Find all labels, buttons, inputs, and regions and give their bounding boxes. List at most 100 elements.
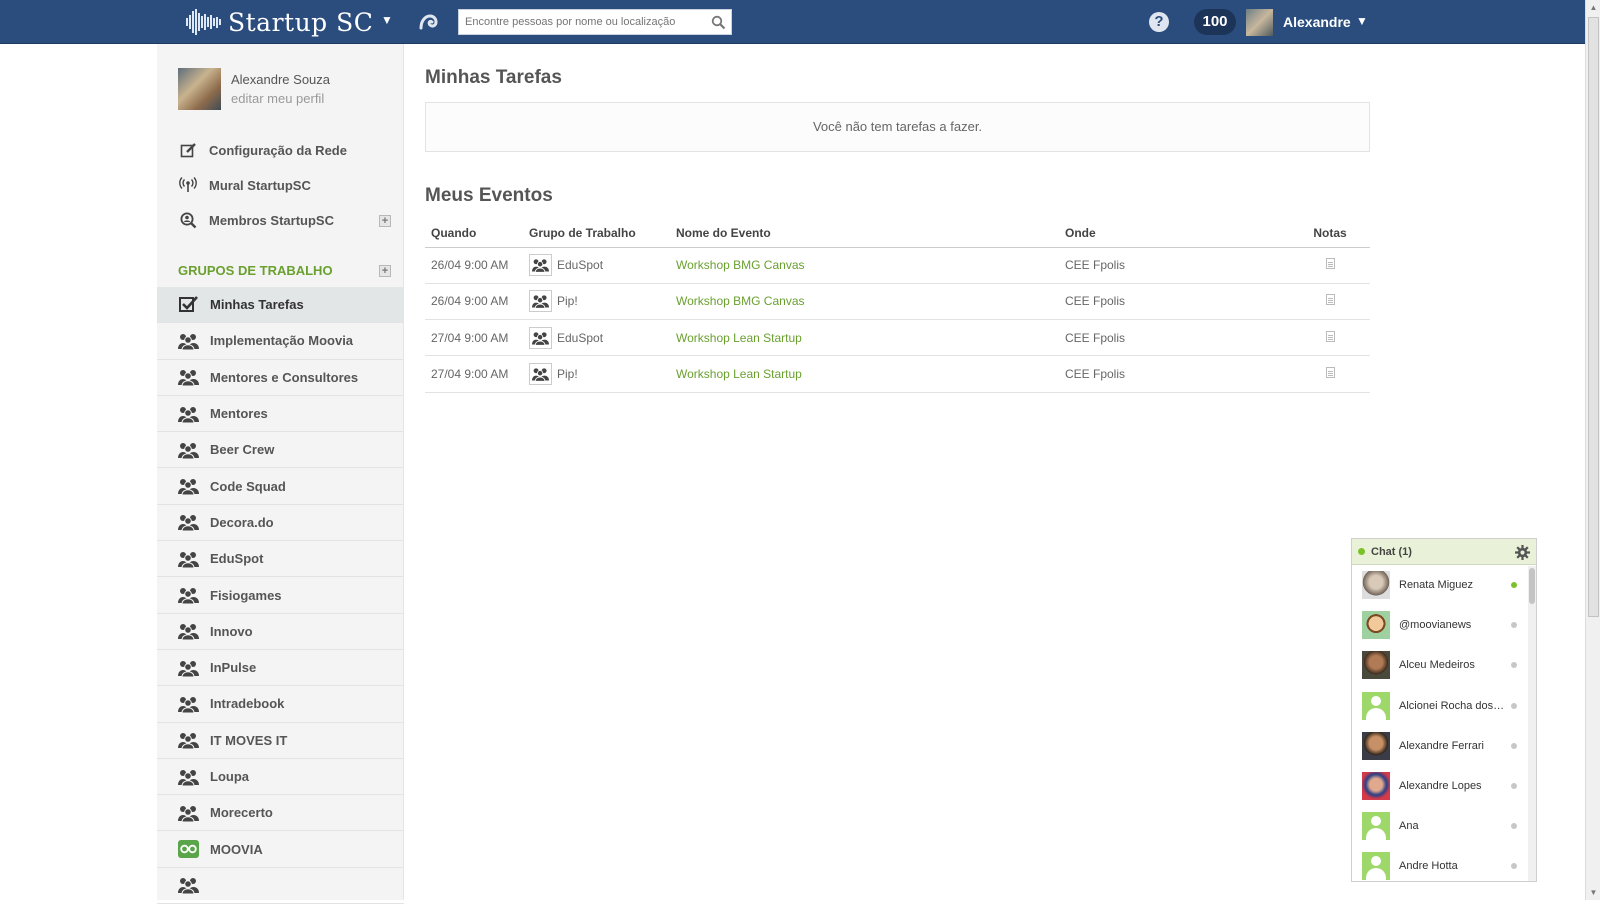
column-header-group[interactable]: Grupo de Trabalho bbox=[523, 220, 670, 248]
event-row: 27/04 9:00 AM Pip! Workshop Lean Startup CE… bbox=[425, 355, 1370, 393]
chat-contact[interactable]: @moovianews bbox=[1352, 605, 1536, 645]
event-notes-cell bbox=[1290, 319, 1370, 357]
chat-contact[interactable]: Alexandre Ferrari bbox=[1352, 726, 1536, 766]
sidebar-link-network-settings[interactable]: Configuração da Rede bbox=[178, 140, 347, 160]
chat-contact[interactable]: Alexandre Lopes bbox=[1352, 766, 1536, 806]
group-icon bbox=[178, 624, 199, 641]
activity-wave-icon[interactable] bbox=[418, 12, 438, 32]
event-group-cell[interactable]: EduSpot bbox=[523, 319, 670, 357]
chat-contact[interactable]: Andre Hotta bbox=[1352, 846, 1536, 881]
sidebar-group-item[interactable]: Loupa bbox=[157, 759, 404, 796]
sidebar-group-item[interactable]: Decora.do bbox=[157, 505, 404, 542]
event-where: CEE Fpolis bbox=[1059, 319, 1290, 357]
profile-name[interactable]: Alexandre Souza bbox=[231, 72, 330, 87]
sidebar-group-item[interactable]: Morecerto bbox=[157, 795, 404, 832]
column-header-event-name[interactable]: Nome do Evento bbox=[670, 220, 1059, 248]
edit-icon bbox=[178, 140, 198, 160]
sidebar-group-label: InPulse bbox=[210, 660, 257, 676]
presence-status-dot bbox=[1511, 742, 1517, 749]
add-member-button[interactable]: + bbox=[379, 215, 391, 227]
search-icon[interactable] bbox=[711, 15, 726, 30]
event-name-link[interactable]: Workshop Lean Startup bbox=[670, 355, 1059, 393]
contact-name: Alceu Medeiros bbox=[1399, 659, 1475, 672]
contact-avatar bbox=[1362, 731, 1390, 760]
network-dropdown-chevron-icon[interactable]: ▼ bbox=[381, 13, 393, 27]
search-input[interactable] bbox=[459, 10, 699, 34]
sidebar-link-mural[interactable]: Mural StartupSC bbox=[178, 175, 311, 195]
sidebar-group-label: Code Squad bbox=[210, 478, 286, 494]
presence-status-dot bbox=[1511, 662, 1517, 669]
group-icon bbox=[178, 370, 199, 387]
scrollbar-thumb[interactable] bbox=[1588, 17, 1599, 617]
chat-contact[interactable]: Renata Miguez bbox=[1352, 565, 1536, 605]
group-icon bbox=[178, 696, 199, 713]
sidebar-group-item[interactable]: Minhas Tarefas bbox=[157, 287, 404, 324]
edit-profile-link[interactable]: editar meu perfil bbox=[231, 91, 324, 106]
help-icon[interactable]: ? bbox=[1149, 12, 1169, 32]
sidebar-group-item[interactable]: InPulse bbox=[157, 650, 404, 687]
sidebar-group-label: Beer Crew bbox=[210, 442, 275, 458]
chat-scrollbar[interactable] bbox=[1528, 566, 1536, 881]
sidebar-group-item[interactable]: Intradebook bbox=[157, 686, 404, 723]
sidebar-group-item[interactable]: Innovo bbox=[157, 614, 404, 650]
chat-header[interactable]: Chat (1) bbox=[1352, 539, 1536, 565]
gear-icon[interactable] bbox=[1515, 545, 1530, 560]
moovia-logo-icon bbox=[178, 840, 199, 859]
members-search-icon bbox=[178, 210, 198, 230]
group-icon bbox=[178, 551, 199, 568]
user-menu-name[interactable]: Alexandre bbox=[1283, 14, 1351, 30]
chat-panel: Chat (1) Renata Miguez @moovianews Alceu M… bbox=[1351, 538, 1537, 882]
column-header-notes[interactable]: Notas bbox=[1290, 220, 1370, 248]
column-header-where[interactable]: Onde bbox=[1059, 220, 1290, 248]
sidebar-group-item[interactable]: IT MOVES IT bbox=[157, 723, 404, 759]
event-name-link[interactable]: Workshop BMG Canvas bbox=[670, 247, 1059, 284]
event-group[interactable]: Pip! bbox=[557, 367, 578, 381]
event-group[interactable]: Pip! bbox=[557, 294, 578, 308]
event-group-cell[interactable]: Pip! bbox=[523, 355, 670, 393]
contact-name: Andre Hotta bbox=[1399, 860, 1458, 873]
notes-document-icon[interactable] bbox=[1325, 367, 1335, 379]
chat-contact[interactable]: Alceu Medeiros bbox=[1352, 645, 1536, 685]
sidebar-group-label: Decora.do bbox=[210, 514, 274, 530]
event-group[interactable]: EduSpot bbox=[557, 258, 603, 272]
sidebar-group-item[interactable]: Implementação Moovia bbox=[157, 323, 404, 360]
event-name-link[interactable]: Workshop BMG Canvas bbox=[670, 283, 1059, 321]
chat-contact[interactable]: Ana bbox=[1352, 806, 1536, 846]
sidebar-link-label: Membros StartupSC bbox=[209, 212, 334, 228]
sidebar-link-members[interactable]: Membros StartupSC bbox=[178, 210, 334, 230]
sidebar-group-label: MOOVIA bbox=[210, 841, 263, 857]
sidebar-group-item[interactable]: Fisiogames bbox=[157, 577, 404, 614]
chat-contact-list: Renata Miguez @moovianews Alceu Medeiros Al… bbox=[1352, 565, 1536, 881]
sidebar-group-item[interactable]: Mentores bbox=[157, 396, 404, 433]
notes-document-icon[interactable] bbox=[1325, 330, 1335, 342]
contact-name: Alexandre Lopes bbox=[1399, 780, 1482, 793]
sidebar-group-item[interactable]: EduSpot bbox=[157, 541, 404, 578]
sidebar-group-item[interactable] bbox=[157, 868, 404, 904]
groups-heading: GRUPOS DE TRABALHO bbox=[178, 263, 333, 278]
event-when: 26/04 9:00 AM bbox=[425, 283, 523, 321]
user-avatar[interactable] bbox=[1246, 9, 1273, 36]
notes-document-icon[interactable] bbox=[1325, 258, 1335, 270]
startup-sc-logo[interactable]: Startup SC bbox=[186, 5, 373, 39]
column-header-when[interactable]: Quando bbox=[425, 220, 523, 248]
page-scrollbar[interactable]: ▲ ▼ bbox=[1585, 0, 1600, 900]
chat-title: Chat (1) bbox=[1371, 545, 1412, 558]
event-name-link[interactable]: Workshop Lean Startup bbox=[670, 319, 1059, 357]
sidebar-group-item[interactable]: Mentores e Consultores bbox=[157, 360, 404, 396]
profile-avatar[interactable] bbox=[178, 68, 221, 110]
notes-document-icon[interactable] bbox=[1325, 294, 1335, 306]
event-group[interactable]: EduSpot bbox=[557, 331, 603, 345]
sidebar-group-item[interactable]: Beer Crew bbox=[157, 432, 404, 469]
user-menu-chevron-icon[interactable]: ▼ bbox=[1356, 14, 1368, 28]
points-badge[interactable]: 100 bbox=[1194, 9, 1236, 35]
event-group-cell[interactable]: EduSpot bbox=[523, 247, 670, 284]
sidebar-group-item[interactable]: Code Squad bbox=[157, 468, 404, 505]
add-group-button[interactable]: + bbox=[379, 265, 391, 277]
chat-contact[interactable]: Alcionei Rocha dos Santos bbox=[1352, 686, 1536, 726]
sidebar-group-item[interactable]: MOOVIA bbox=[157, 831, 404, 868]
brand-name: Startup SC bbox=[228, 7, 374, 37]
scroll-up-arrow-icon[interactable]: ▲ bbox=[1586, 0, 1600, 15]
group-icon bbox=[178, 333, 199, 350]
scroll-down-arrow-icon[interactable]: ▼ bbox=[1586, 885, 1600, 900]
event-group-cell[interactable]: Pip! bbox=[523, 283, 670, 321]
